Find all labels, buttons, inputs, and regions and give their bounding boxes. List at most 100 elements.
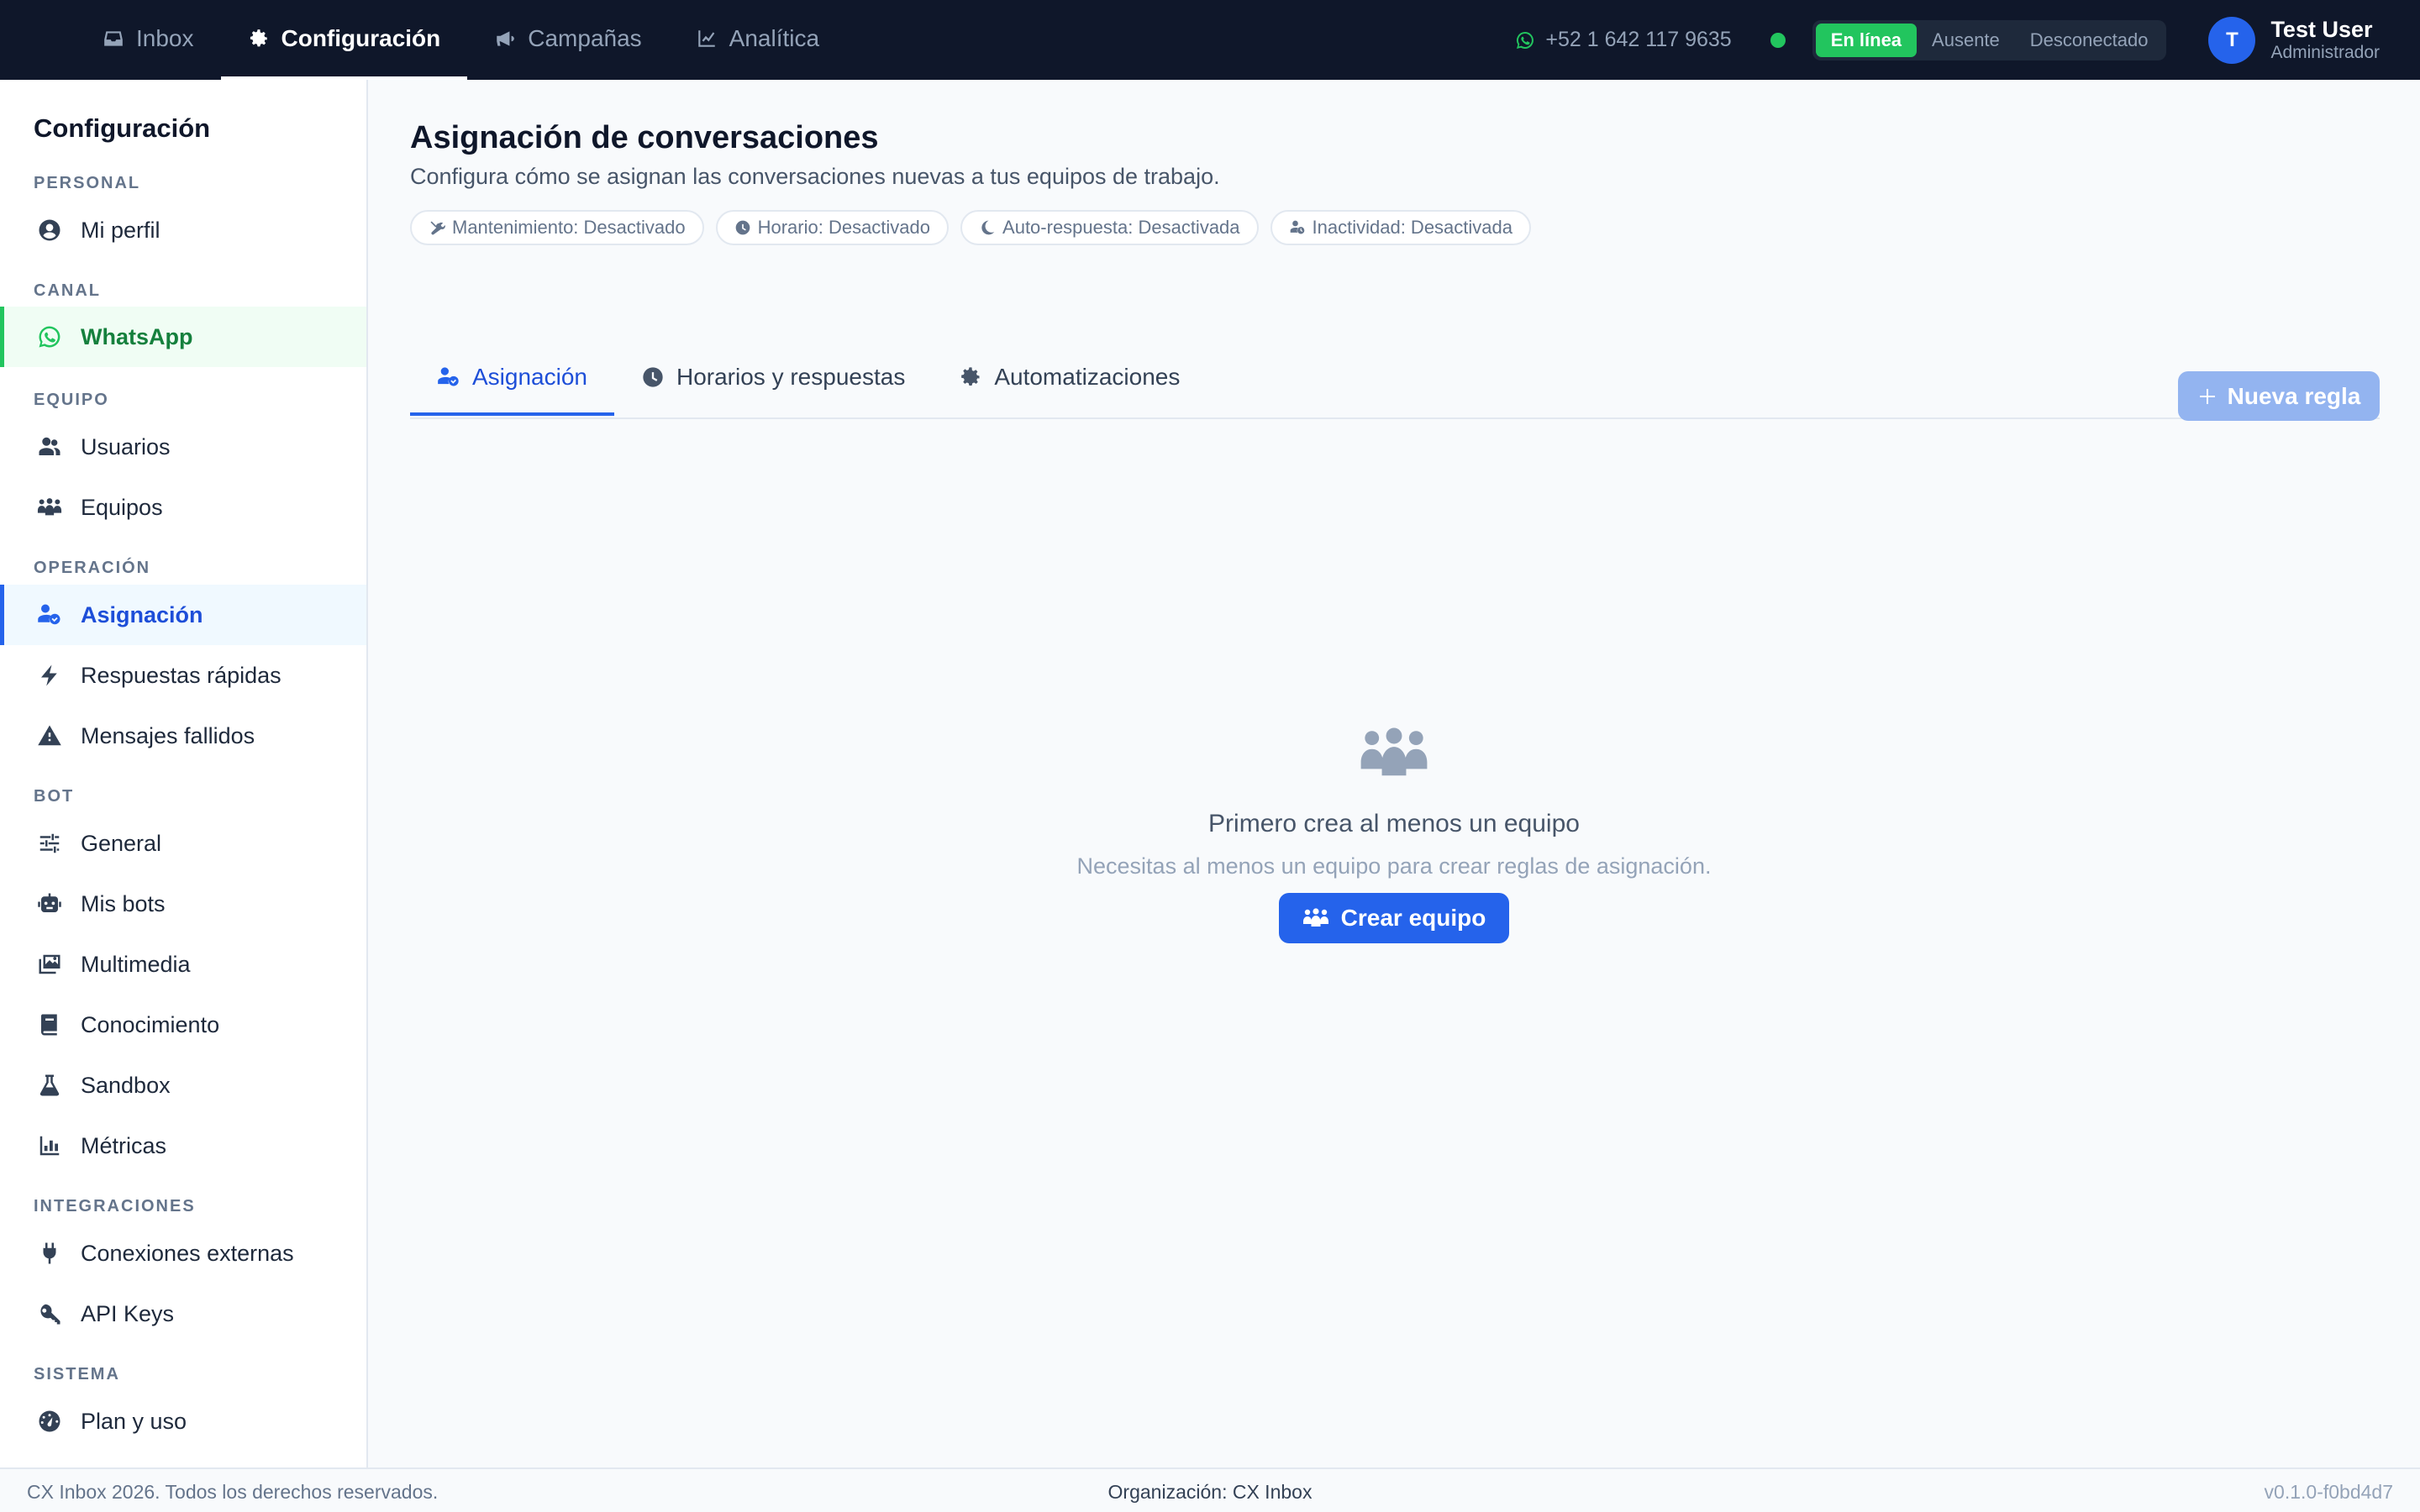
avatar: T xyxy=(2208,16,2256,64)
sliders-icon xyxy=(37,831,62,856)
status-away-button[interactable]: Ausente xyxy=(1917,24,2015,57)
chip-inactividad: Inactividad: Desactivada xyxy=(1270,210,1531,245)
sidebar-item-label: WhatsApp xyxy=(81,323,193,349)
section-sistema: SISTEMA xyxy=(34,1365,120,1383)
sidebar-item-usuarios[interactable]: Usuarios xyxy=(0,417,366,477)
bar-chart-icon xyxy=(37,1133,62,1158)
sidebar-item-label: Mensajes fallidos xyxy=(81,722,255,748)
tab-automatizaciones[interactable]: Automatizaciones xyxy=(932,342,1207,416)
clock-icon xyxy=(734,219,751,236)
sidebar-item-label: API Keys xyxy=(81,1300,175,1326)
chip-label: Inactividad: Desactivada xyxy=(1312,217,1512,238)
section-operacion: OPERACIÓN xyxy=(34,559,151,577)
key-icon xyxy=(37,1301,62,1326)
nav-inbox-label: Inbox xyxy=(136,24,194,51)
sidebar-item-conexiones-externas[interactable]: Conexiones externas xyxy=(0,1223,366,1284)
user-assign-icon xyxy=(37,602,62,627)
nav-analitica-label: Analítica xyxy=(729,24,820,51)
sidebar-item-respuestas-rapidas[interactable]: Respuestas rápidas xyxy=(0,645,366,706)
sidebar-item-label: Multimedia xyxy=(81,951,191,977)
user-info: Test User Administrador xyxy=(2270,17,2380,64)
tools-icon xyxy=(429,219,445,236)
empty-state-title: Primero crea al menos un equipo xyxy=(1208,810,1580,837)
sidebar-item-api-keys[interactable]: API Keys xyxy=(0,1284,366,1344)
chart-line-icon xyxy=(696,28,718,50)
gauge-icon xyxy=(37,1409,62,1434)
gear-icon xyxy=(248,28,270,50)
robot-icon xyxy=(37,891,62,916)
empty-state-illustration xyxy=(1359,727,1429,785)
moon-icon xyxy=(979,219,996,236)
user-circle-icon xyxy=(37,218,62,243)
main-nav: Inbox Configuración Campañas Analítica xyxy=(76,0,846,80)
section-canal: CANAL xyxy=(34,281,101,300)
tab-bar: Asignación Horarios y respuestas Automat… xyxy=(410,342,2380,419)
chip-label: Mantenimiento: Desactivado xyxy=(452,217,686,238)
nav-inbox[interactable]: Inbox xyxy=(76,0,221,80)
sidebar-item-label: Métricas xyxy=(81,1132,167,1158)
sidebar-item-general[interactable]: General xyxy=(0,813,366,874)
tab-label: Automatizaciones xyxy=(994,364,1181,390)
new-rule-label: Nueva regla xyxy=(2227,382,2361,409)
new-rule-button[interactable]: Nueva regla xyxy=(2178,371,2380,421)
tab-label: Asignación xyxy=(472,364,587,390)
user-menu[interactable]: T Test User Administrador xyxy=(2208,16,2380,64)
nav-configuracion-label: Configuración xyxy=(281,24,441,51)
footer-organization: Organización: CX Inbox xyxy=(1107,1481,1313,1503)
sidebar-item-conocimiento[interactable]: Conocimiento xyxy=(0,995,366,1055)
section-personal: PERSONAL xyxy=(34,174,141,192)
sidebar-item-equipos[interactable]: Equipos xyxy=(0,477,366,538)
sidebar-item-label: Conocimiento xyxy=(81,1011,220,1037)
clock-icon xyxy=(641,365,665,389)
images-icon xyxy=(37,952,62,977)
tab-horarios-respuestas[interactable]: Horarios y respuestas xyxy=(614,342,932,416)
sidebar-item-whatsapp[interactable]: WhatsApp xyxy=(0,307,366,367)
sidebar-item-mi-perfil[interactable]: Mi perfil xyxy=(0,200,366,260)
users-icon xyxy=(37,434,62,459)
people-group-icon xyxy=(1302,907,1329,929)
section-equipo: EQUIPO xyxy=(34,391,109,409)
sidebar-title: Configuración xyxy=(34,113,211,143)
nav-analitica[interactable]: Analítica xyxy=(669,0,846,80)
sidebar-item-label: Respuestas rápidas xyxy=(81,662,281,688)
status-offline-button[interactable]: Desconectado xyxy=(2015,24,2164,57)
nav-campanas[interactable]: Campañas xyxy=(467,0,668,80)
nav-campanas-label: Campañas xyxy=(528,24,642,51)
sidebar-item-label: General xyxy=(81,830,162,856)
plug-icon xyxy=(37,1241,62,1266)
tab-asignacion[interactable]: Asignación xyxy=(410,342,614,416)
status-online-button[interactable]: En línea xyxy=(1815,23,1918,57)
sidebar-item-sandbox[interactable]: Sandbox xyxy=(0,1055,366,1116)
sidebar-item-mensajes-fallidos[interactable]: Mensajes fallidos xyxy=(0,706,366,766)
top-navbar: Inbox Configuración Campañas Analítica +… xyxy=(0,0,2420,80)
whatsapp-phone: +52 1 642 117 9635 xyxy=(1515,28,1732,52)
chip-horario: Horario: Desactivado xyxy=(715,210,950,245)
people-group-icon xyxy=(37,495,62,520)
sidebar-item-label: Asignación xyxy=(81,601,203,627)
warning-icon xyxy=(37,723,62,748)
sidebar-item-metricas[interactable]: Métricas xyxy=(0,1116,366,1176)
sidebar-item-plan-uso[interactable]: Plan y uso xyxy=(0,1391,366,1452)
create-team-button[interactable]: Crear equipo xyxy=(1278,893,1510,943)
sidebar-item-asignacion[interactable]: Asignación xyxy=(0,585,366,645)
create-team-label: Crear equipo xyxy=(1340,905,1486,931)
flask-icon xyxy=(37,1073,62,1098)
sidebar-item-label: Sandbox xyxy=(81,1072,171,1098)
book-icon xyxy=(37,1012,62,1037)
user-name: Test User xyxy=(2270,16,2373,42)
whatsapp-icon xyxy=(1515,30,1535,50)
settings-sidebar: Configuración PERSONAL Mi perfil CANAL W… xyxy=(0,80,368,1467)
sidebar-item-label: Mi perfil xyxy=(81,217,160,243)
sidebar-item-multimedia[interactable]: Multimedia xyxy=(0,934,366,995)
chip-label: Auto-respuesta: Desactivada xyxy=(1002,217,1240,238)
nav-configuracion[interactable]: Configuración xyxy=(220,0,468,80)
inbox-icon xyxy=(103,28,124,50)
section-integraciones: INTEGRACIONES xyxy=(34,1197,196,1215)
sidebar-item-mis-bots[interactable]: Mis bots xyxy=(0,874,366,934)
chip-auto-respuesta: Auto-respuesta: Desactivada xyxy=(960,210,1259,245)
page-subtitle: Configura cómo se asignan las conversaci… xyxy=(410,164,1220,189)
whatsapp-icon xyxy=(37,324,62,349)
online-status-dot xyxy=(1770,32,1786,48)
sidebar-item-label: Plan y uso xyxy=(81,1408,187,1434)
bolt-icon xyxy=(37,663,62,688)
